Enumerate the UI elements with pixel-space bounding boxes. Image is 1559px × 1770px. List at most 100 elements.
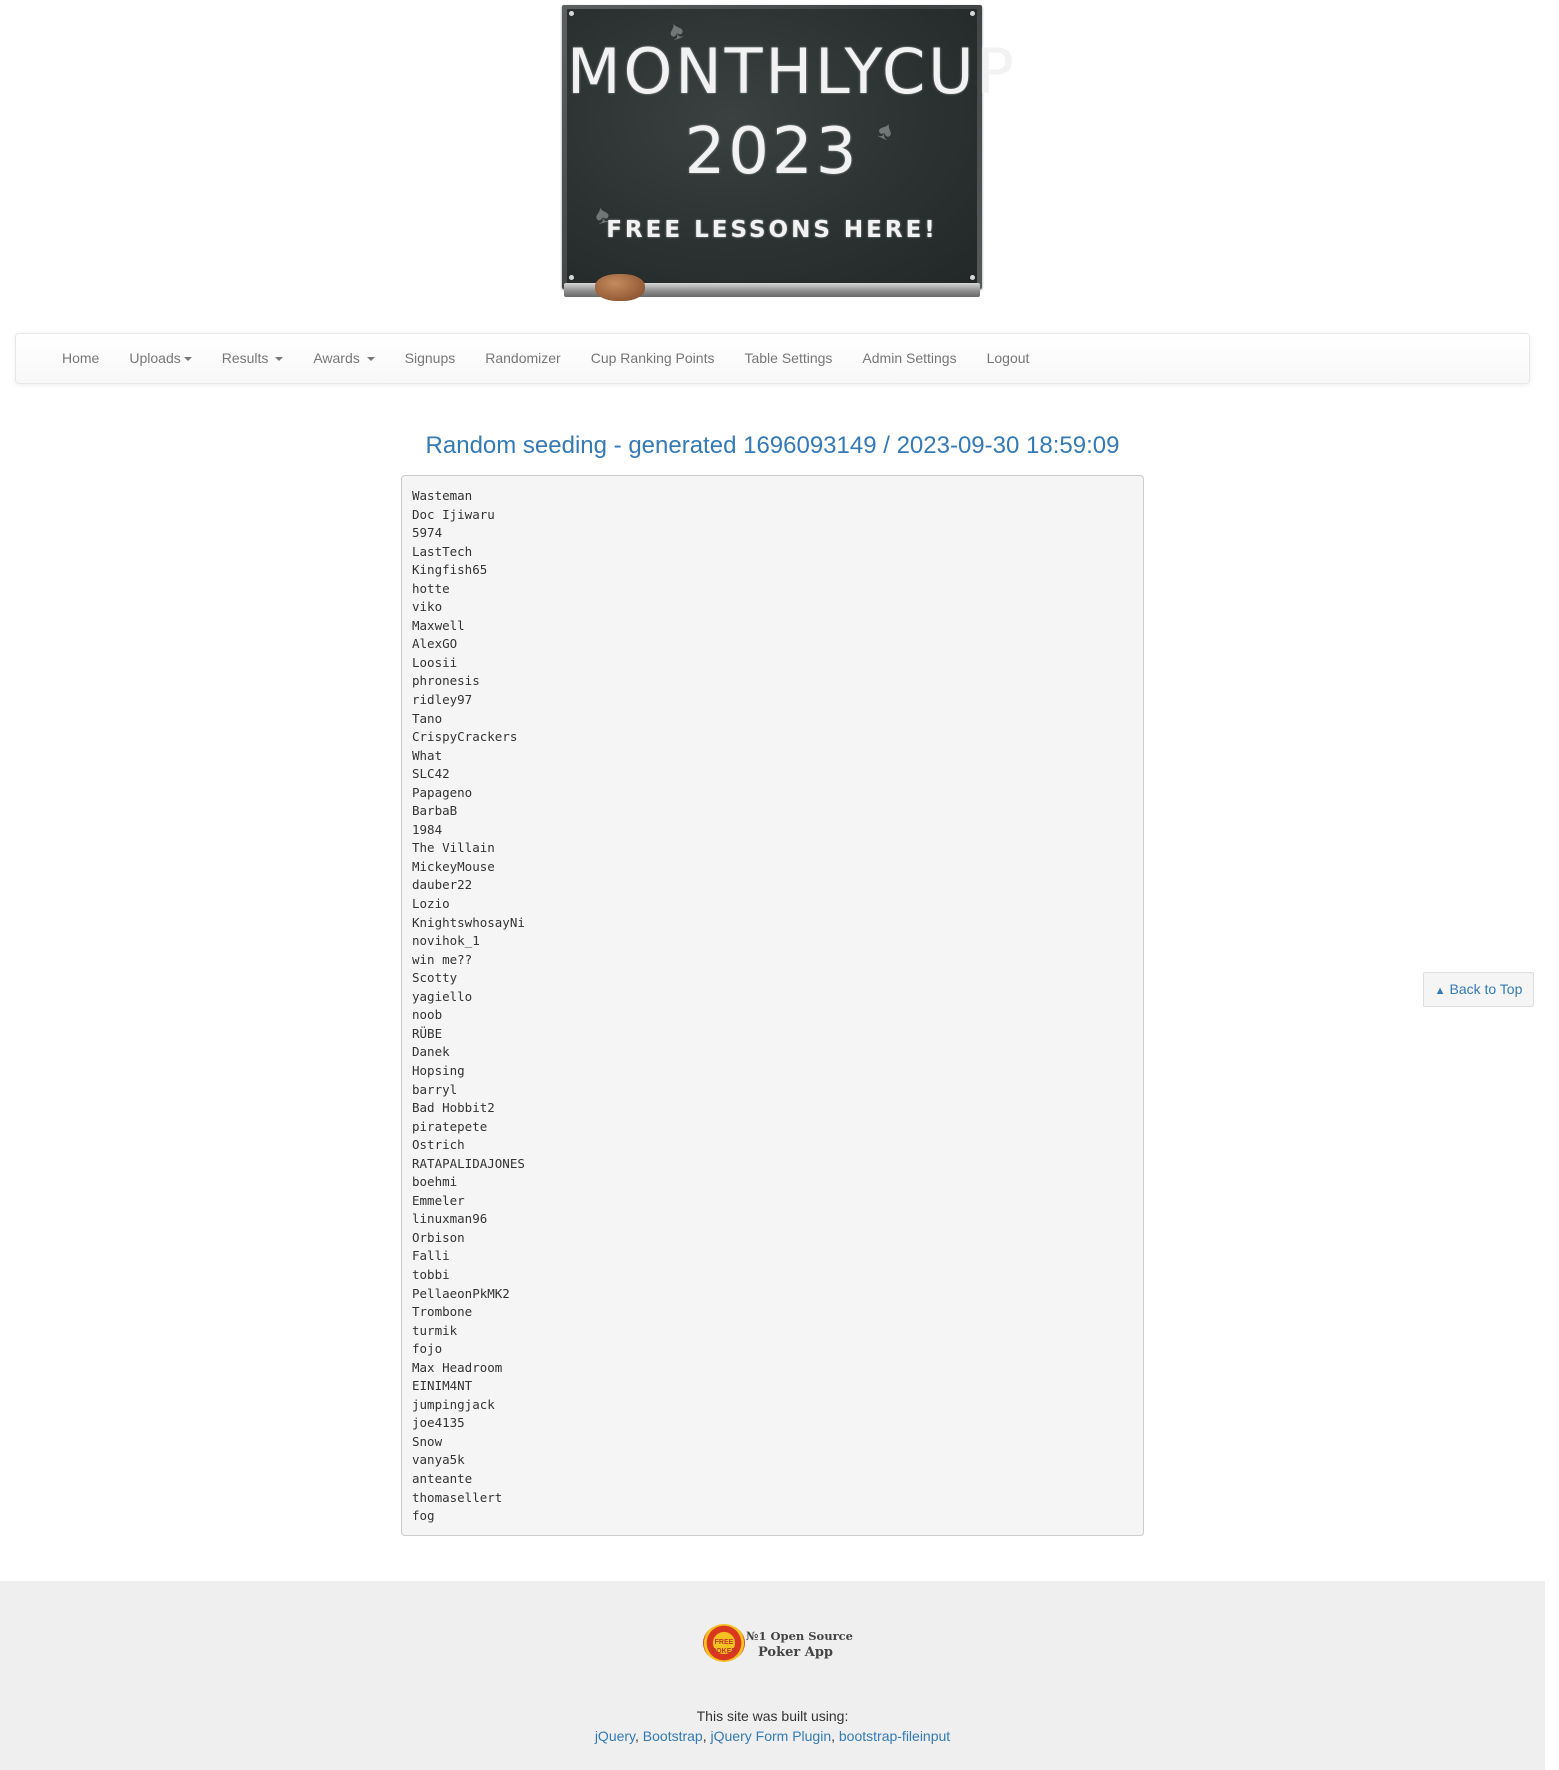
player-list-item: PellaeonPkMK2 (412, 1285, 510, 1301)
player-list-item: Snow (412, 1433, 443, 1449)
player-list-item: vanya5k (412, 1452, 465, 1468)
chalkboard: ♠ ♠ ♠ MONTHLYCUP 2023 FREE LESSONS HERE! (567, 9, 1014, 283)
monthlycup-banner: ♠ ♠ ♠ MONTHLYCUP 2023 FREE LESSONS HERE! (562, 5, 1014, 301)
nav-awards-dropdown[interactable]: Awards (298, 334, 389, 383)
nav-signups[interactable]: Signups (390, 334, 471, 383)
player-list-item: phronesis (412, 673, 480, 689)
caret-down-icon (183, 357, 192, 362)
player-list-item: 1984 (412, 821, 443, 837)
player-list-item: fog (412, 1508, 435, 1524)
player-list-item: AlexGO (412, 636, 458, 652)
main-navbar: Home Uploads Results Awards Signups Rand… (15, 333, 1530, 384)
sponge-icon (595, 274, 645, 301)
player-list-item: barryl (412, 1081, 458, 1097)
caret-down-icon (366, 357, 375, 362)
player-list-item: Orbison (412, 1229, 465, 1245)
nav-list: Home Uploads Results Awards Signups Rand… (47, 334, 1044, 383)
player-list-item: tobbi (412, 1266, 450, 1282)
player-list-item: RATAPALIDAJONES (412, 1155, 525, 1171)
player-list-item: Emmeler (412, 1192, 465, 1208)
credit-link-jquery[interactable]: jQuery (595, 1728, 635, 1744)
player-list-item: Max Headroom (412, 1359, 503, 1375)
chevron-up-icon: ▲ (1434, 985, 1446, 997)
chip-text: FREE POKER (711, 1639, 737, 1655)
seeding-output: Wasteman Doc Ijiwaru 5974 LastTech Kingfish6… (401, 475, 1144, 1536)
nav-results-dropdown[interactable]: Results (207, 334, 299, 383)
credit-link-jquery-form-plugin[interactable]: jQuery Form Plugin (711, 1728, 832, 1744)
player-list-item: Doc Ijiwaru (412, 506, 495, 522)
nav-awards-label: Awards (313, 350, 360, 366)
nav-uploads-dropdown[interactable]: Uploads (114, 334, 206, 383)
player-list-item: SLC42 (412, 766, 450, 782)
player-list-item: Bad Hobbit2 (412, 1100, 495, 1116)
credit-separator: , (635, 1728, 643, 1744)
back-to-top-button[interactable]: ▲ Back to Top (1423, 972, 1534, 1007)
banner-year: 2023 (684, 115, 860, 189)
player-list-item: The Villain (412, 840, 495, 856)
player-list-item: viko (412, 599, 443, 615)
player-list-item: jumpingjack (412, 1396, 495, 1412)
logo-tagline: №1 Open Source (746, 1629, 853, 1643)
player-list-item: Papageno (412, 784, 473, 800)
credit-link-bootstrap[interactable]: Bootstrap (643, 1728, 703, 1744)
player-list-item: LastTech (412, 543, 473, 559)
player-list-item: hotte (412, 580, 450, 596)
player-list-item: Falli (412, 1248, 450, 1264)
player-list: Wasteman Doc Ijiwaru 5974 LastTech Kingfish6… (412, 487, 1133, 1526)
player-list-item: RÜBE (412, 1025, 443, 1041)
credit-link-bootstrap-fileinput[interactable]: bootstrap-fileinput (839, 1728, 950, 1744)
player-list-item: Wasteman (412, 488, 473, 503)
player-list-item: ridley97 (412, 692, 473, 708)
banner-tagline: FREE LESSONS HERE! (606, 217, 938, 243)
player-list-item: Lozio (412, 896, 450, 912)
credits-links: jQuery, Bootstrap, jQuery Form Plugin, b… (0, 1728, 1545, 1744)
player-list-item: Scotty (412, 970, 458, 986)
logo-name: Poker App (758, 1645, 834, 1660)
player-list-item: Tano (412, 710, 443, 726)
nav-uploads-label: Uploads (129, 350, 181, 366)
player-list-item: Hopsing (412, 1062, 465, 1078)
player-list-item: KnightswhosayNi (412, 914, 525, 930)
player-list-item: win me?? (412, 951, 473, 967)
player-list-item: piratepete (412, 1118, 488, 1134)
player-list-item: CrispyCrackers (412, 729, 518, 745)
player-list-item: MickeyMouse (412, 858, 495, 874)
player-list-item: anteante (412, 1470, 473, 1486)
nav-admin-settings[interactable]: Admin Settings (847, 334, 971, 383)
player-list-item: yagiello (412, 988, 473, 1004)
poker-app-logo[interactable]: FREE POKER №1 Open Source Poker App (703, 1623, 853, 1663)
player-list-item: thomasellert (412, 1489, 503, 1505)
nav-home[interactable]: Home (47, 334, 114, 383)
player-list-item: Danek (412, 1044, 450, 1060)
pin-icon (970, 275, 975, 280)
player-list-item: Kingfish65 (412, 562, 488, 578)
pin-icon (569, 11, 574, 16)
chalkboard-frame: ♠ ♠ ♠ MONTHLYCUP 2023 FREE LESSONS HERE! (562, 5, 1014, 289)
player-list-item: Loosii (412, 654, 458, 670)
player-list-item: linuxman96 (412, 1211, 488, 1227)
nav-table-settings[interactable]: Table Settings (729, 334, 847, 383)
player-list-item: 5974 (412, 525, 443, 541)
player-list-item: EINIM4NT (412, 1378, 473, 1394)
nav-results-label: Results (221, 350, 269, 366)
player-list-item: novihok_1 (412, 933, 480, 949)
poker-chip-icon: FREE POKER (703, 1624, 745, 1662)
caret-down-icon (275, 357, 284, 362)
player-list-item: BarbaB (412, 803, 458, 819)
player-list-item: fojo (412, 1341, 443, 1357)
pin-icon (569, 275, 574, 280)
player-list-item: joe4135 (412, 1415, 465, 1431)
nav-randomizer[interactable]: Randomizer (470, 334, 575, 383)
back-to-top-label: Back to Top (1449, 981, 1523, 997)
footer: FREE POKER №1 Open Source Poker App This… (0, 1581, 1545, 1770)
player-list-item: What (412, 747, 443, 763)
player-list-item: noob (412, 1007, 443, 1023)
player-list-item: dauber22 (412, 877, 473, 893)
page-title: Random seeding - generated 1696093149 / … (425, 432, 1120, 459)
nav-cup-ranking-points[interactable]: Cup Ranking Points (576, 334, 730, 383)
nav-logout[interactable]: Logout (972, 334, 1045, 383)
player-list-item: Trombone (412, 1304, 473, 1320)
credit-separator: , (702, 1728, 711, 1744)
player-list-item: boehmi (412, 1174, 458, 1190)
player-list-item: turmik (412, 1322, 458, 1338)
